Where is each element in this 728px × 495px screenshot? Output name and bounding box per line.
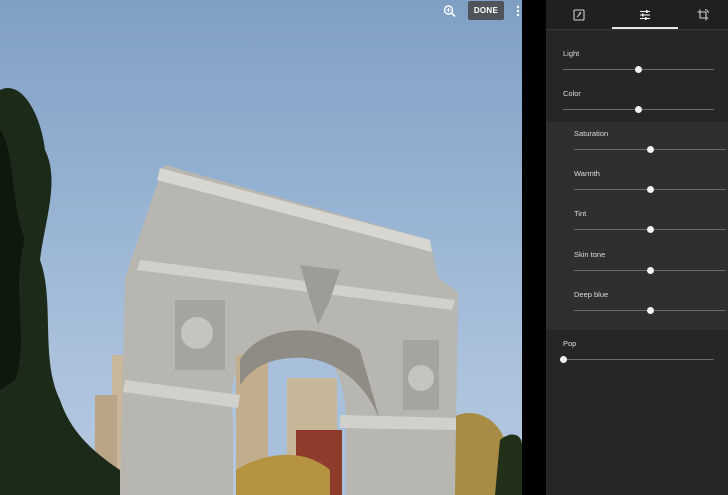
done-button[interactable]: DONE — [468, 1, 504, 20]
slider-label: Pop — [563, 339, 577, 348]
skin-tone-slider-thumb[interactable] — [646, 267, 654, 274]
panel-tabs — [546, 0, 728, 30]
photo-image — [0, 88, 522, 495]
tab-auto-enhance[interactable] — [546, 0, 612, 29]
tune-icon — [640, 9, 650, 20]
tab-crop-rotate[interactable] — [678, 0, 728, 29]
top-toolbar: DONE — [0, 0, 522, 22]
saturation-slider-thumb[interactable] — [646, 146, 654, 153]
auto-enhance-icon — [573, 8, 585, 21]
color-slider-thumb[interactable] — [635, 106, 642, 113]
slider-label: Tint — [574, 209, 587, 218]
divider — [522, 0, 546, 495]
slider-label: Skin tone — [574, 250, 606, 259]
zoom-in-icon[interactable] — [441, 3, 459, 19]
photo-canvas[interactable]: DONE — [0, 0, 522, 495]
deep-blue-slider-thumb[interactable] — [646, 307, 654, 314]
light-slider-thumb[interactable] — [635, 66, 642, 73]
tint-slider-thumb[interactable] — [646, 226, 654, 233]
more-vert-icon[interactable] — [514, 3, 522, 19]
slider-label: Saturation — [574, 129, 609, 138]
pop-slider-thumb[interactable] — [559, 356, 567, 363]
slider-label: Light — [563, 49, 580, 58]
pop-adjustment — [546, 330, 728, 495]
pop-slider-track[interactable] — [563, 359, 714, 360]
active-tab-indicator — [612, 27, 678, 29]
slider-label: Color — [563, 89, 581, 98]
warmth-slider-thumb[interactable] — [646, 186, 654, 193]
tab-adjust[interactable] — [612, 0, 678, 29]
slider-label: Deep blue — [574, 290, 609, 299]
edit-panel: Light Color Saturation Warmth Tint Skin … — [546, 0, 728, 495]
slider-label: Warmth — [574, 169, 600, 178]
crop-rotate-icon — [697, 8, 709, 20]
